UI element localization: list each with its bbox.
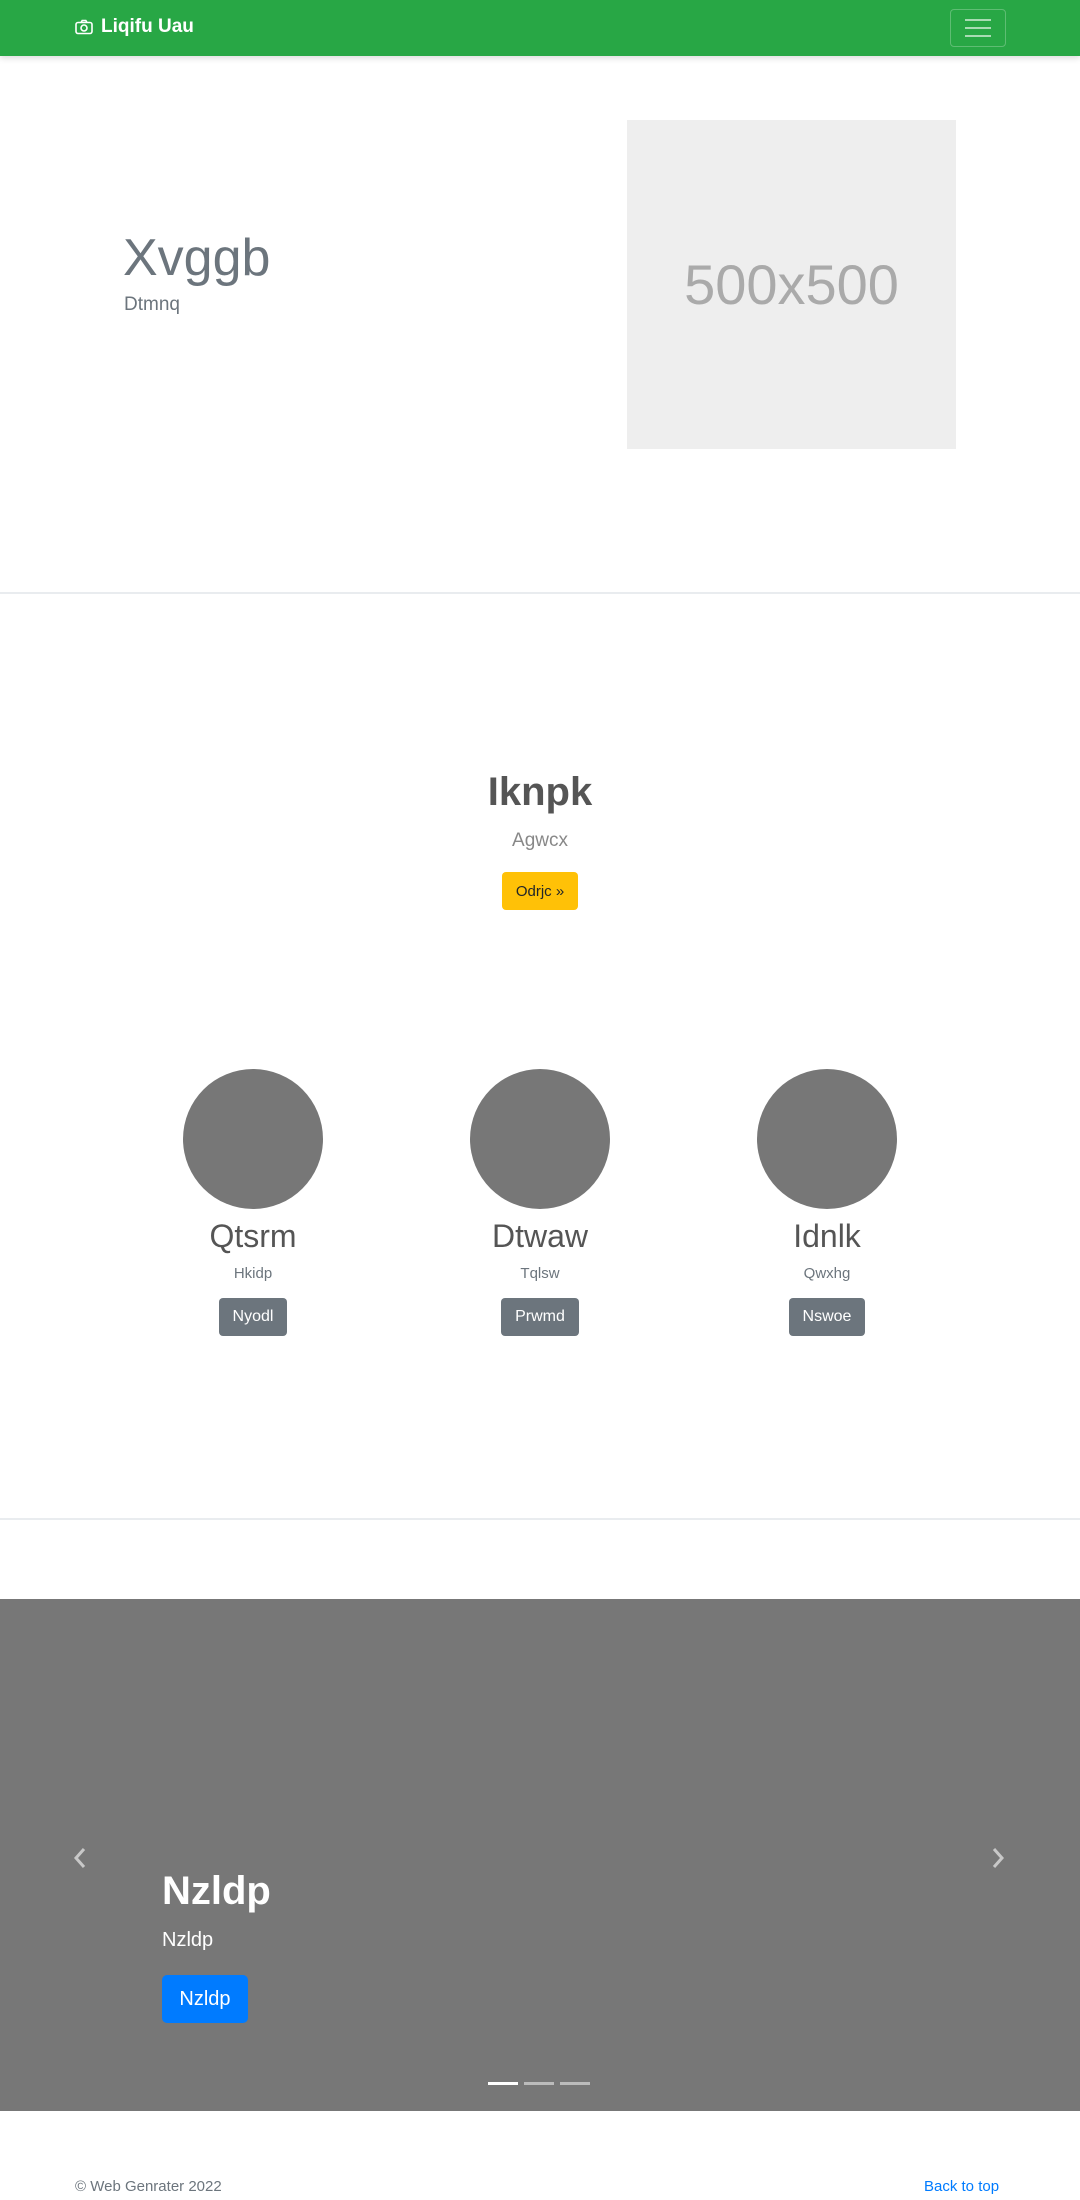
chevron-right-icon <box>992 1848 1005 1868</box>
column-title: Dtwaw <box>491 1218 588 1254</box>
carousel-caption-button[interactable]: Nzldp <box>162 1975 248 2023</box>
column-button[interactable]: Nyodl <box>218 1298 288 1336</box>
carousel-caption-subtitle: Nzldp <box>162 1929 214 1951</box>
avatar <box>183 1069 323 1209</box>
hero-image-placeholder: 500x500 <box>627 120 956 449</box>
navbar-toggler-button[interactable] <box>950 9 1006 47</box>
carousel-prev-button[interactable] <box>72 1843 88 1877</box>
avatar <box>757 1069 897 1209</box>
column-title: Qtsrm <box>209 1218 297 1254</box>
column-card: Qtsrm Hkidp Nyodl <box>153 1069 353 1336</box>
hamburger-icon <box>965 19 991 21</box>
section-divider <box>0 1518 1080 1520</box>
column-subtitle: Hkidp <box>233 1265 273 1282</box>
carousel-indicators <box>488 2082 590 2085</box>
hero-title: Xvggb <box>123 229 271 287</box>
hero-subtitle: Dtmnq <box>124 294 180 315</box>
placeholder-label: 500x500 <box>684 253 899 316</box>
carousel-caption-title: Nzldp <box>162 1869 271 1913</box>
carousel-indicator[interactable] <box>488 2082 518 2085</box>
column-subtitle: Qwxhg <box>803 1265 851 1282</box>
back-to-top-link[interactable]: Back to top <box>924 2178 999 2195</box>
chevron-left-icon <box>73 1848 86 1868</box>
navbar-brand[interactable]: Liqifu Uau <box>75 16 194 38</box>
brand-label: Liqifu Uau <box>101 16 194 37</box>
feature-title: Iknpk <box>487 770 593 814</box>
section-divider <box>0 592 1080 594</box>
column-button[interactable]: Prwmd <box>501 1298 579 1336</box>
carousel: Nzldp Nzldp Nzldp <box>0 1599 1080 2111</box>
column-card: Dtwaw Tqlsw Prwmd <box>440 1069 640 1336</box>
avatar <box>470 1069 610 1209</box>
footer-copyright: © Web Genrater 2022 <box>75 2178 222 2195</box>
navbar: Liqifu Uau <box>0 0 1080 56</box>
column-button[interactable]: Nswoe <box>788 1298 866 1336</box>
column-subtitle: Tqlsw <box>520 1265 560 1282</box>
camera-icon <box>75 19 93 35</box>
column-title: Idnlk <box>793 1218 861 1254</box>
carousel-indicator[interactable] <box>560 2082 590 2085</box>
feature-subtitle: Agwcx <box>512 830 568 851</box>
column-card: Idnlk Qwxhg Nswoe <box>727 1069 927 1336</box>
carousel-indicator[interactable] <box>524 2082 554 2085</box>
carousel-next-button[interactable] <box>990 1843 1006 1877</box>
feature-button[interactable]: Odrjc » <box>502 872 578 910</box>
